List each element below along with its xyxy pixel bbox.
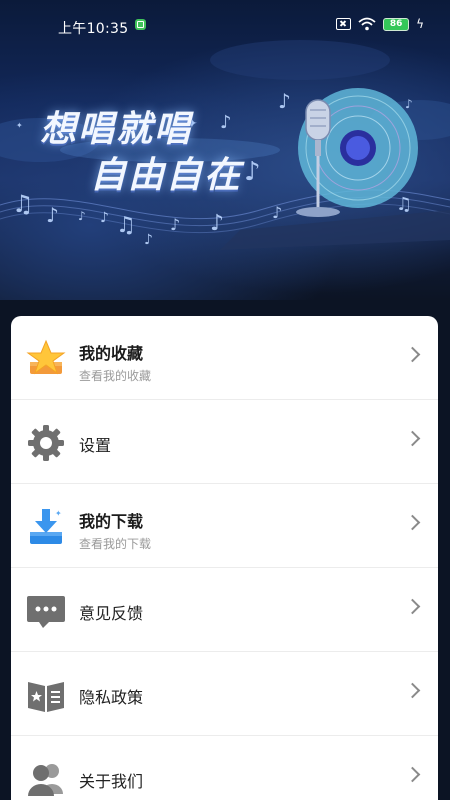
- menu-item-about[interactable]: 关于我们: [11, 736, 438, 800]
- chevron-right-icon: [404, 598, 421, 615]
- gear-icon: [28, 425, 64, 461]
- star-icon: [26, 339, 66, 375]
- status-bar: 上午10:35 86 ϟ: [0, 0, 450, 40]
- wifi-icon: [358, 17, 376, 31]
- menu-card: 我的收藏 查看我的收藏 设置 ✦ 我的下载 查看我的下载 意见反馈 隐私政策 关…: [11, 316, 438, 800]
- svg-text:♪: ♪: [210, 211, 224, 236]
- no-sim-icon: [336, 18, 352, 30]
- chevron-right-icon: [404, 682, 421, 699]
- svg-text:✦: ✦: [16, 121, 23, 130]
- svg-text:♪: ♪: [244, 157, 261, 187]
- menu-title: 设置: [79, 436, 112, 455]
- menu-title: 我的收藏: [79, 344, 144, 363]
- menu-subtitle: 查看我的收藏: [79, 369, 152, 383]
- banner-title-line2: 自由自在: [90, 155, 243, 196]
- svg-text:♪: ♪: [405, 97, 413, 111]
- menu-title: 隐私政策: [79, 688, 144, 707]
- svg-text:♫: ♫: [116, 213, 136, 238]
- svg-text:♪: ♪: [46, 203, 59, 227]
- svg-text:♪: ♪: [100, 210, 109, 226]
- svg-text:♫: ♫: [396, 194, 412, 215]
- battery-indicator: 86: [383, 17, 410, 31]
- svg-text:♪: ♪: [278, 89, 291, 113]
- status-indicators: 86 ϟ: [336, 17, 424, 31]
- chevron-right-icon: [404, 514, 421, 531]
- users-icon: [28, 764, 63, 796]
- menu-title: 我的下载: [79, 512, 144, 531]
- chat-icon: [27, 596, 65, 628]
- menu-item-privacy[interactable]: 隐私政策: [11, 652, 438, 736]
- status-time: 上午10:35: [58, 21, 129, 37]
- notification-icon: [135, 19, 146, 30]
- menu-subtitle: 查看我的下载: [79, 537, 152, 551]
- download-icon: ✦: [30, 509, 62, 544]
- menu-title: 关于我们: [79, 772, 144, 791]
- svg-text:♪: ♪: [144, 232, 153, 248]
- svg-text:♪: ♪: [272, 203, 282, 222]
- svg-text:♪: ♪: [220, 112, 232, 133]
- chevron-right-icon: [404, 346, 421, 363]
- svg-text:♪: ♪: [170, 215, 180, 234]
- menu-item-favorites[interactable]: 我的收藏 查看我的收藏: [11, 316, 438, 400]
- banner-title-line1: 想唱就唱: [40, 109, 193, 150]
- svg-text:✦: ✦: [55, 509, 62, 518]
- menu-item-feedback[interactable]: 意见反馈: [11, 568, 438, 652]
- hero-banner: ♪ ♪ ♪ ♪ ♫ ♪ ♪ ♪ ♫ ♪ ♪ ♪ ♪ ♫ ✦ ✦ 想唱就唱 自由自…: [0, 0, 450, 300]
- chevron-right-icon: [404, 430, 421, 447]
- charging-icon: ϟ: [416, 17, 424, 31]
- svg-text:♪: ♪: [78, 209, 86, 223]
- svg-text:♫: ♫: [12, 190, 34, 218]
- chevron-right-icon: [404, 766, 421, 783]
- book-icon: [28, 682, 64, 712]
- menu-item-settings[interactable]: 设置: [11, 400, 438, 484]
- menu-title: 意见反馈: [79, 604, 144, 623]
- menu-item-downloads[interactable]: ✦ 我的下载 查看我的下载: [11, 484, 438, 568]
